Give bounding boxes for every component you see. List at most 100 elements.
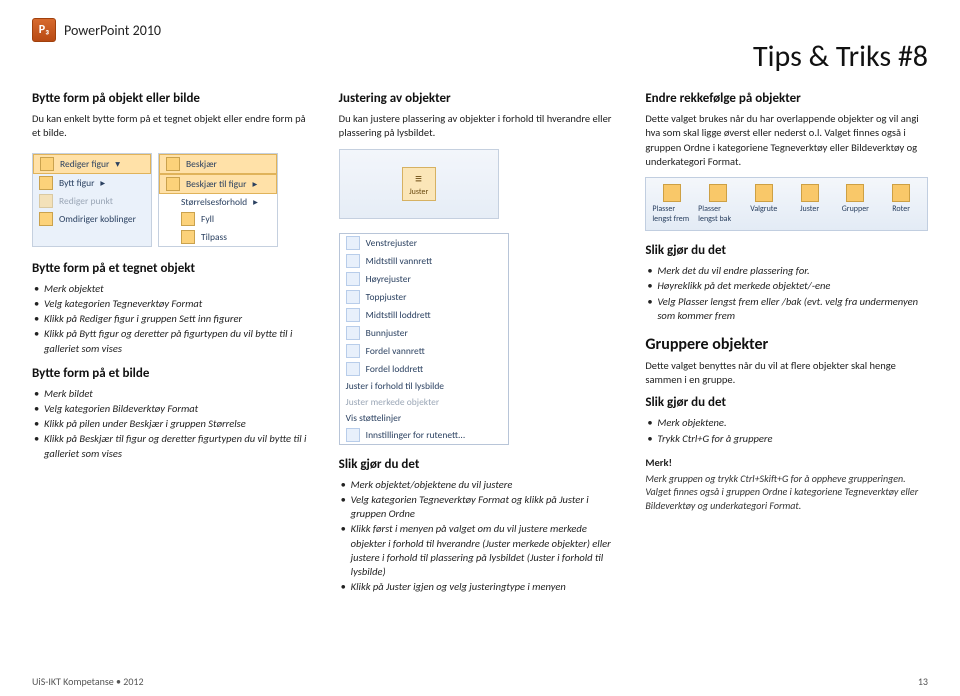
- align-top-icon: [346, 290, 360, 304]
- list-item: Merk objektene.: [647, 416, 928, 430]
- list-item: Klikk på pilen under Beskjær i gruppen S…: [34, 417, 315, 431]
- rotate-icon: [892, 184, 910, 202]
- column-1: Bytte form på objekt eller bilde Du kan …: [32, 91, 315, 604]
- distribute-v-icon: [346, 362, 360, 376]
- align-bottom-icon: [346, 326, 360, 340]
- selection-pane-button[interactable]: Valgrute: [742, 182, 786, 226]
- column-3: Endre rekkefølge på objekter Dette valge…: [645, 91, 928, 604]
- col2-intro: Du kan justere plassering av objekter i …: [339, 112, 622, 140]
- selection-pane-icon: [755, 184, 773, 202]
- crop-submenu-screenshot: Beskjær Beskjær til figur ▸ Størrelsesfo…: [158, 153, 278, 247]
- fill-item[interactable]: Fyll: [159, 210, 277, 228]
- menu-align-selected: Juster merkede objekter: [340, 394, 508, 410]
- align-ribbon-button[interactable]: ≡ Juster: [402, 167, 436, 201]
- list-item: Velg kategorien Tegneverktøy Format: [34, 297, 315, 311]
- fill-icon: [181, 212, 195, 226]
- align-button-screenshot: ≡ Juster: [339, 149, 499, 219]
- col3-list-4: Merk objektene. Trykk Ctrl+G for å grupp…: [645, 416, 928, 445]
- group-icon: [846, 184, 864, 202]
- page-footer: UiS-IKT Kompetanse • 2012 13: [32, 675, 928, 688]
- reroute-icon: [39, 212, 53, 226]
- send-back-icon: [709, 184, 727, 202]
- send-back-button[interactable]: Plasser lengst bak: [696, 182, 740, 226]
- col2-heading-1: Justering av objekter: [339, 91, 622, 107]
- powerpoint-icon: P₃: [32, 18, 56, 42]
- list-item: Klikk på Juster igjen og velg justeringt…: [341, 580, 622, 594]
- list-item: Merk det du vil endre plassering for.: [647, 264, 928, 278]
- aspect-ratio-item[interactable]: Størrelsesforhold ▸: [159, 194, 277, 210]
- crop-to-shape-item[interactable]: Beskjær til figur ▸: [159, 174, 277, 194]
- align-right-icon: [346, 272, 360, 286]
- list-item: Høyreklikk på det merkede objektet/-ene: [647, 279, 928, 293]
- col3-heading-3: Gruppere objekter: [645, 335, 928, 355]
- col3-intro: Dette valget brukes når du har overlappe…: [645, 112, 928, 169]
- menu-align-left[interactable]: Venstrejuster: [340, 234, 508, 252]
- menu-show-guides[interactable]: Vis støttelinjer: [340, 410, 508, 426]
- menu-align-top[interactable]: Toppjuster: [340, 288, 508, 306]
- col3-list-2: Merk det du vil endre plassering for. Hø…: [645, 264, 928, 323]
- list-item: Klikk først i menyen på valget om du vil…: [341, 522, 622, 579]
- col1-intro: Du kan enkelt bytte form på et tegnet ob…: [32, 112, 315, 140]
- list-item: Velg Plasser lengst frem eller /bak (evt…: [647, 295, 928, 323]
- list-item: Merk bildet: [34, 387, 315, 401]
- grid-icon: [346, 428, 360, 442]
- col3-heading-2: Slik gjør du det: [645, 243, 928, 259]
- list-item: Merk objektet: [34, 282, 315, 296]
- menu-item-reroute[interactable]: Omdiriger koblinger: [33, 210, 151, 228]
- align-button[interactable]: Juster: [788, 182, 832, 226]
- align-icon: ≡: [415, 170, 422, 187]
- crop-to-shape-icon: [166, 177, 180, 191]
- menu-align-to-slide[interactable]: Juster i forhold til lysbilde: [340, 378, 508, 394]
- list-item: Klikk på Rediger figur i gruppen Sett in…: [34, 312, 315, 326]
- align-middle-v-icon: [346, 308, 360, 322]
- menu-grid-settings[interactable]: Innstillinger for rutenett...: [340, 426, 508, 444]
- edit-figure-icon: [40, 157, 54, 171]
- note-body: Merk gruppen og trykk Ctrl+Skift+G for å…: [645, 472, 928, 513]
- list-item: Klikk på Beskjær til figur og deretter f…: [34, 432, 315, 460]
- bring-front-button[interactable]: Plasser lengst frem: [650, 182, 694, 226]
- align-icon: [801, 184, 819, 202]
- col2-heading-2: Slik gjør du det: [339, 457, 622, 473]
- col3-group-intro: Dette valget benyttes når du vil at fler…: [645, 359, 928, 387]
- edit-shape-menu-screenshot: Rediger figur ▾ Bytt figur ▸ Rediger pun…: [32, 153, 152, 247]
- list-item: Trykk Ctrl+G for å gruppere: [647, 432, 928, 446]
- crop-item[interactable]: Beskjær: [159, 154, 277, 174]
- list-item: Klikk på Bytt figur og deretter på figur…: [34, 327, 315, 355]
- col1-heading-3: Bytte form på et bilde: [32, 366, 315, 382]
- menu-distribute-h[interactable]: Fordel vannrett: [340, 342, 508, 360]
- edit-figure-button[interactable]: Rediger figur ▾: [33, 154, 151, 174]
- align-dropdown-menu: Venstrejuster Midtstill vannrett Høyreju…: [339, 233, 509, 445]
- col1-list-2: Merk objektet Velg kategorien Tegneverkt…: [32, 282, 315, 356]
- menu-distribute-v[interactable]: Fordel loddrett: [340, 360, 508, 378]
- bring-front-icon: [663, 184, 681, 202]
- menu-align-bottom[interactable]: Bunnjuster: [340, 324, 508, 342]
- note-heading: Merk!: [645, 456, 928, 470]
- col1-heading-1: Bytte form på objekt eller bilde: [32, 91, 315, 107]
- footer-left: UiS-IKT Kompetanse • 2012: [32, 675, 144, 688]
- rotate-button[interactable]: Roter: [879, 182, 923, 226]
- fit-item[interactable]: Tilpass: [159, 228, 277, 246]
- crop-icon: [166, 157, 180, 171]
- edit-points-icon: [39, 194, 53, 208]
- col2-list-2: Merk objektet/objektene du vil justere V…: [339, 478, 622, 594]
- footer-page-number: 13: [918, 675, 928, 688]
- col3-heading-4: Slik gjør du det: [645, 395, 928, 411]
- list-item: Velg kategorien Tegneverktøy Format og k…: [341, 493, 622, 521]
- group-button[interactable]: Grupper: [833, 182, 877, 226]
- page-title: Tips & Triks #8: [32, 38, 928, 75]
- menu-align-right[interactable]: Høyrejuster: [340, 270, 508, 288]
- menu-align-center-h[interactable]: Midtstill vannrett: [340, 252, 508, 270]
- list-item: Velg kategorien Bildeverktøy Format: [34, 402, 315, 416]
- col1-list-3: Merk bildet Velg kategorien Bildeverktøy…: [32, 387, 315, 461]
- content-columns: Bytte form på objekt eller bilde Du kan …: [32, 91, 928, 604]
- app-name: PowerPoint 2010: [64, 22, 161, 39]
- align-center-h-icon: [346, 254, 360, 268]
- list-item: Merk objektet/objektene du vil justere: [341, 478, 622, 492]
- menu-item-edit-points: Rediger punkt: [33, 192, 151, 210]
- swap-shape-icon: [39, 176, 53, 190]
- align-left-icon: [346, 236, 360, 250]
- menu-align-middle-v[interactable]: Midtstill loddrett: [340, 306, 508, 324]
- fit-icon: [181, 230, 195, 244]
- menu-item-swap-shape[interactable]: Bytt figur ▸: [33, 174, 151, 192]
- column-2: Justering av objekter Du kan justere pla…: [339, 91, 622, 604]
